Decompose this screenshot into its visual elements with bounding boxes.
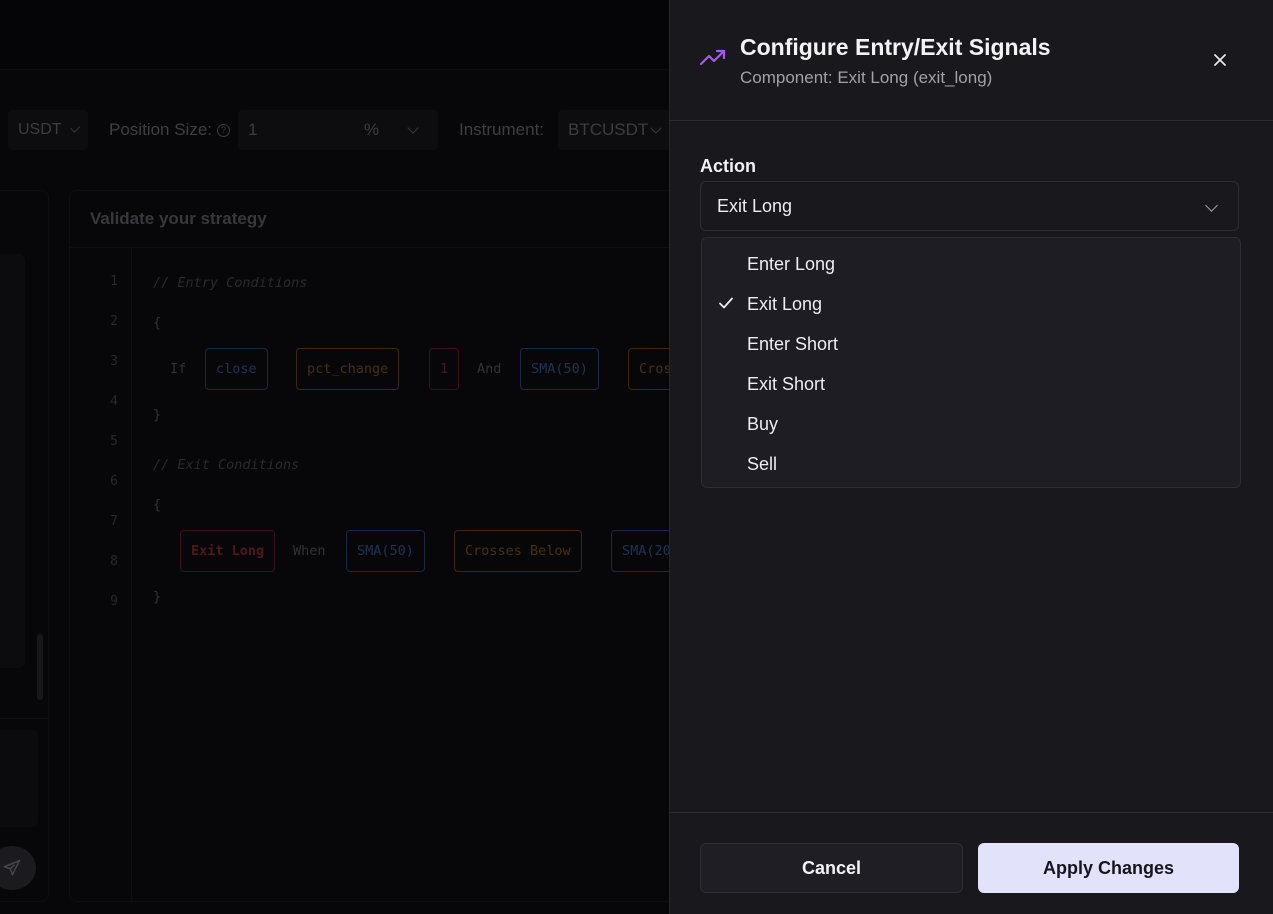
action-select[interactable]: Exit Long (700, 181, 1239, 231)
modal-overlay[interactable] (0, 0, 670, 914)
menu-item-exit-short[interactable]: Exit Short (702, 364, 1240, 404)
menu-item-enter-long[interactable]: Enter Long (702, 244, 1240, 284)
menu-item-sell[interactable]: Sell (702, 444, 1240, 484)
check-icon (718, 295, 734, 316)
apply-changes-button[interactable]: Apply Changes (978, 843, 1239, 893)
action-label: Action (700, 156, 756, 176)
trending-up-icon (699, 48, 726, 73)
action-select-value: Exit Long (717, 195, 793, 216)
close-icon (1214, 54, 1226, 66)
configure-signals-sheet: Configure Entry/Exit Signals Component: … (669, 0, 1273, 914)
close-button[interactable] (1210, 50, 1230, 70)
menu-item-label: Enter Short (747, 333, 839, 354)
divider (670, 120, 1273, 121)
sheet-subtitle: Component: Exit Long (exit_long) (740, 68, 993, 87)
menu-item-label: Exit Short (747, 373, 826, 394)
menu-item-label: Buy (747, 413, 779, 434)
menu-item-buy[interactable]: Buy (702, 404, 1240, 444)
menu-item-label: Sell (747, 453, 778, 474)
action-dropdown-menu: Enter Long Exit Long Enter Short Exit Sh… (701, 237, 1241, 488)
app: USDT Position Size: ? 1 % Instrument: BT… (0, 0, 1273, 914)
cancel-button[interactable]: Cancel (700, 843, 963, 893)
sheet-title: Configure Entry/Exit Signals (740, 34, 1051, 60)
menu-item-label: Exit Long (747, 293, 823, 314)
divider (670, 812, 1273, 813)
menu-item-exit-long[interactable]: Exit Long (702, 284, 1240, 324)
chevron-down-icon (1205, 199, 1218, 212)
menu-item-enter-short[interactable]: Enter Short (702, 324, 1240, 364)
menu-item-label: Enter Long (747, 253, 836, 274)
